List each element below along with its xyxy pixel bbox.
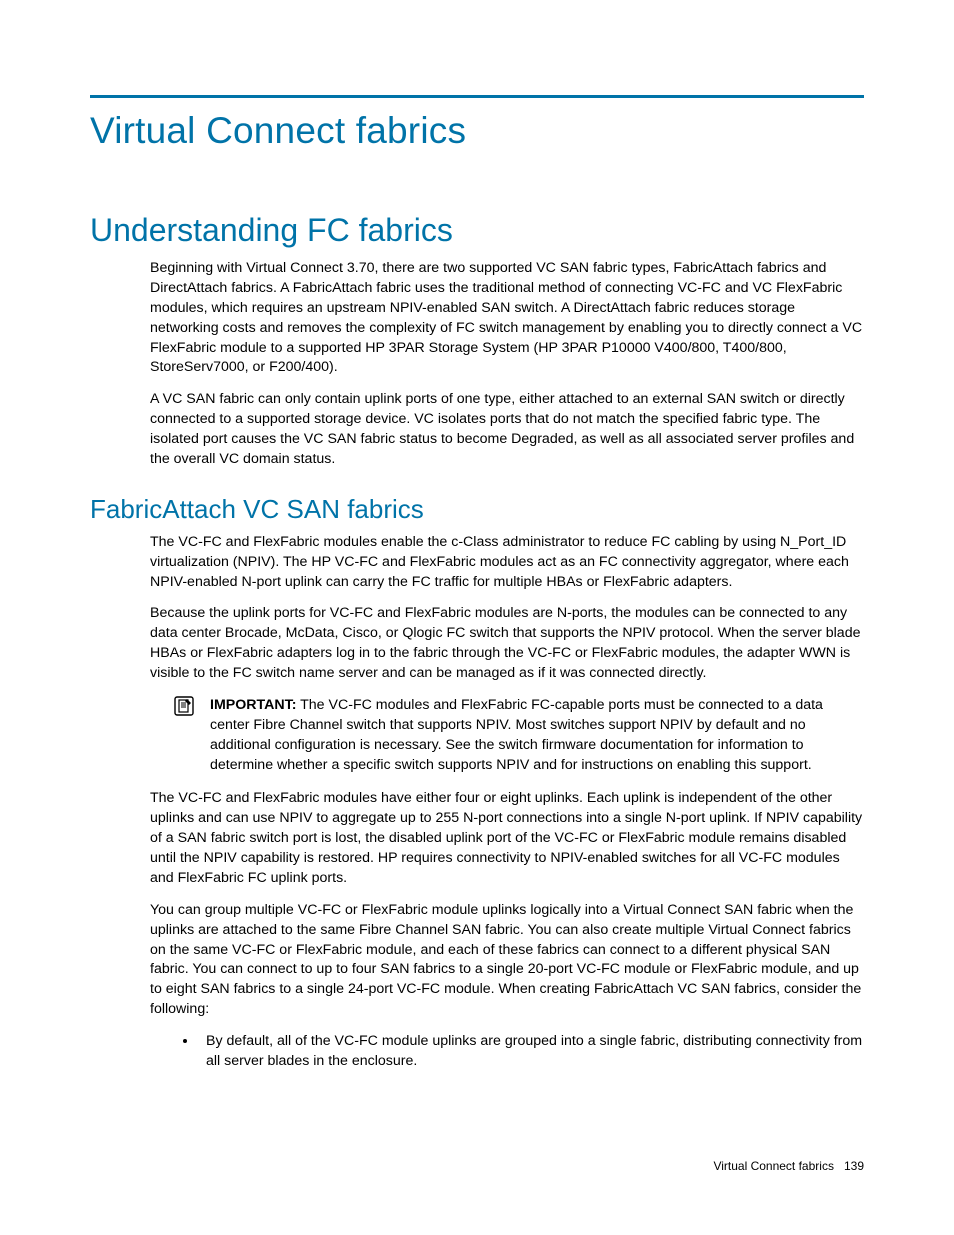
paragraph: Because the uplink ports for VC-FC and F… (150, 604, 864, 684)
footer-page-number: 139 (844, 1159, 864, 1173)
important-icon (174, 696, 196, 776)
bullet-list: By default, all of the VC-FC module upli… (150, 1032, 864, 1072)
paragraph: You can group multiple VC-FC or FlexFabr… (150, 901, 864, 1020)
section-body: Beginning with Virtual Connect 3.70, the… (150, 259, 864, 470)
important-callout: IMPORTANT: The VC-FC modules and FlexFab… (150, 696, 864, 776)
top-rule (90, 95, 864, 98)
page-title: Virtual Connect fabrics (90, 110, 864, 152)
document-page: Virtual Connect fabrics Understanding FC… (0, 0, 954, 1235)
important-body: The VC-FC modules and FlexFabric FC-capa… (210, 697, 823, 773)
paragraph: A VC SAN fabric can only contain uplink … (150, 390, 864, 470)
page-footer: Virtual Connect fabrics 139 (713, 1159, 864, 1173)
list-item: By default, all of the VC-FC module upli… (198, 1032, 864, 1072)
paragraph: The VC-FC and FlexFabric modules enable … (150, 533, 864, 593)
paragraph: Beginning with Virtual Connect 3.70, the… (150, 259, 864, 378)
section-heading: Understanding FC fabrics (90, 212, 864, 249)
important-label: IMPORTANT: (210, 697, 296, 713)
subsection-heading: FabricAttach VC SAN fabrics (90, 494, 864, 525)
subsection-body: The VC-FC and FlexFabric modules enable … (150, 533, 864, 1072)
footer-title: Virtual Connect fabrics (713, 1159, 834, 1173)
important-text: IMPORTANT: The VC-FC modules and FlexFab… (210, 696, 864, 776)
paragraph: The VC-FC and FlexFabric modules have ei… (150, 789, 864, 888)
